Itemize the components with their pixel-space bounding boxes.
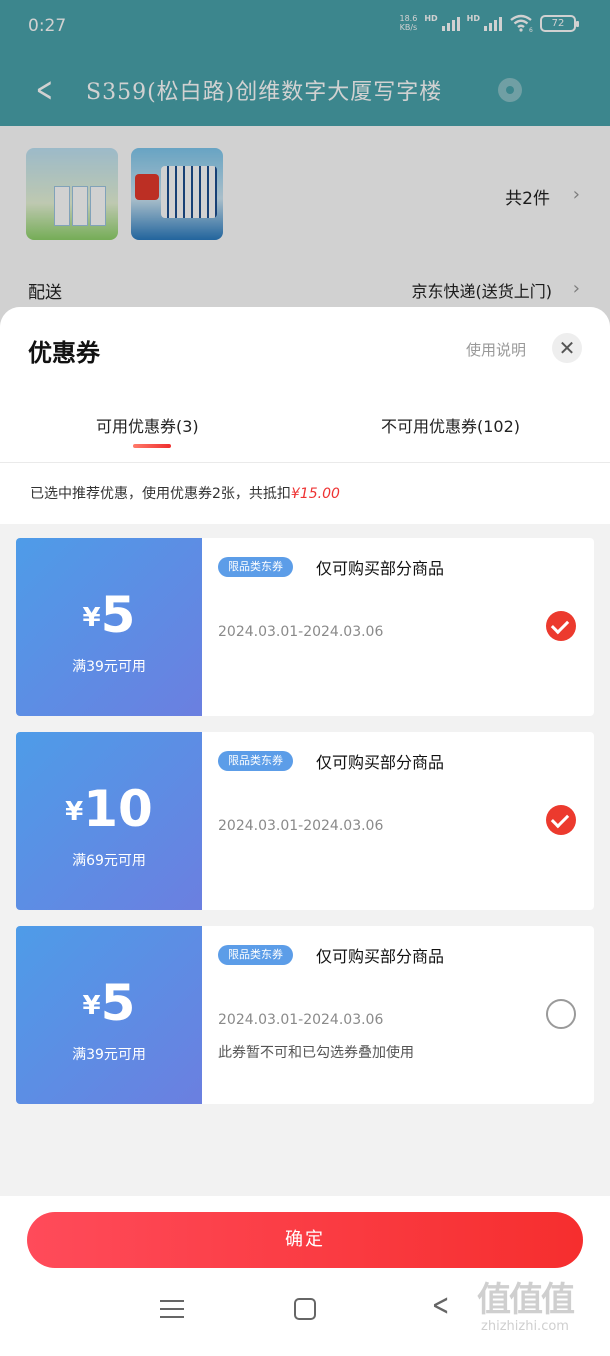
- coupon-description: 仅可购买部分商品: [316, 559, 445, 578]
- checkbox-checked-icon[interactable]: [546, 611, 576, 641]
- coupon-type-badge: 限品类东券: [218, 557, 293, 577]
- system-back-icon[interactable]: <: [432, 1288, 450, 1323]
- coupon-details: 限品类东券 仅可购买部分商品 2024.03.01-2024.03.06: [202, 732, 594, 910]
- coupon-card[interactable]: ¥5 满39元可用 限品类东券 仅可购买部分商品 2024.03.01-2024…: [16, 926, 594, 1104]
- coupon-details: 限品类东券 仅可购买部分商品 2024.03.01-2024.03.06 此券暂…: [202, 926, 594, 1104]
- watermark-logo: 值值值 zhizhizhi.com: [477, 1280, 575, 1334]
- background-page: 0:27 18.6 KB/s HD HD 6 72 < S359(松白路)创维数…: [0, 0, 610, 330]
- coupon-type-badge: 限品类东券: [218, 945, 293, 965]
- sheet-header: 优惠券 使用说明 ✕ 可用优惠券(3) 不可用优惠券(102): [0, 307, 610, 462]
- coupon-description: 仅可购买部分商品: [316, 947, 445, 966]
- usage-instructions-link[interactable]: 使用说明: [466, 339, 526, 360]
- recent-apps-icon[interactable]: [160, 1300, 184, 1324]
- coupon-validity: 2024.03.01-2024.03.06: [218, 1012, 384, 1028]
- coupon-threshold: 满39元可用: [72, 1047, 146, 1063]
- coupon-card[interactable]: ¥10 满69元可用 限品类东券 仅可购买部分商品 2024.03.01-202…: [16, 732, 594, 910]
- checkbox-unchecked-icon[interactable]: [546, 999, 576, 1029]
- coupon-threshold: 满39元可用: [72, 659, 146, 675]
- coupon-sheet: 优惠券 使用说明 ✕ 可用优惠券(3) 不可用优惠券(102) 已选中推荐优惠，…: [0, 307, 610, 1356]
- coupon-threshold: 满69元可用: [72, 853, 146, 869]
- checkbox-checked-icon[interactable]: [546, 805, 576, 835]
- dim-overlay[interactable]: [0, 0, 610, 330]
- confirm-button[interactable]: 确定: [27, 1212, 583, 1268]
- coupon-validity: 2024.03.01-2024.03.06: [218, 818, 384, 834]
- coupon-card[interactable]: ¥5 满39元可用 限品类东券 仅可购买部分商品 2024.03.01-2024…: [16, 538, 594, 716]
- close-icon[interactable]: ✕: [552, 333, 582, 363]
- coupon-amount: 10: [83, 780, 153, 838]
- selection-summary: 已选中推荐优惠，使用优惠券2张，共抵扣¥15.00: [0, 462, 610, 524]
- coupon-description: 仅可购买部分商品: [316, 753, 445, 772]
- coupon-amount: 5: [100, 974, 136, 1032]
- active-tab-indicator: [133, 444, 171, 448]
- coupon-type-badge: 限品类东券: [218, 751, 293, 771]
- coupon-amount: 5: [100, 586, 136, 644]
- coupon-value-panel: ¥10 满69元可用: [16, 732, 202, 910]
- home-icon[interactable]: [294, 1298, 316, 1320]
- coupon-value-panel: ¥5 满39元可用: [16, 538, 202, 716]
- coupon-value-panel: ¥5 满39元可用: [16, 926, 202, 1104]
- tab-available-coupons[interactable]: 可用优惠券(3): [96, 413, 199, 437]
- coupon-validity: 2024.03.01-2024.03.06: [218, 624, 384, 640]
- coupon-details: 限品类东券 仅可购买部分商品 2024.03.01-2024.03.06: [202, 538, 594, 716]
- coupon-note: 此券暂不可和已勾选券叠加使用: [218, 1045, 414, 1061]
- sheet-title: 优惠券: [28, 339, 100, 367]
- discount-amount: ¥15.00: [290, 486, 340, 502]
- tab-unavailable-coupons[interactable]: 不可用优惠券(102): [381, 413, 520, 437]
